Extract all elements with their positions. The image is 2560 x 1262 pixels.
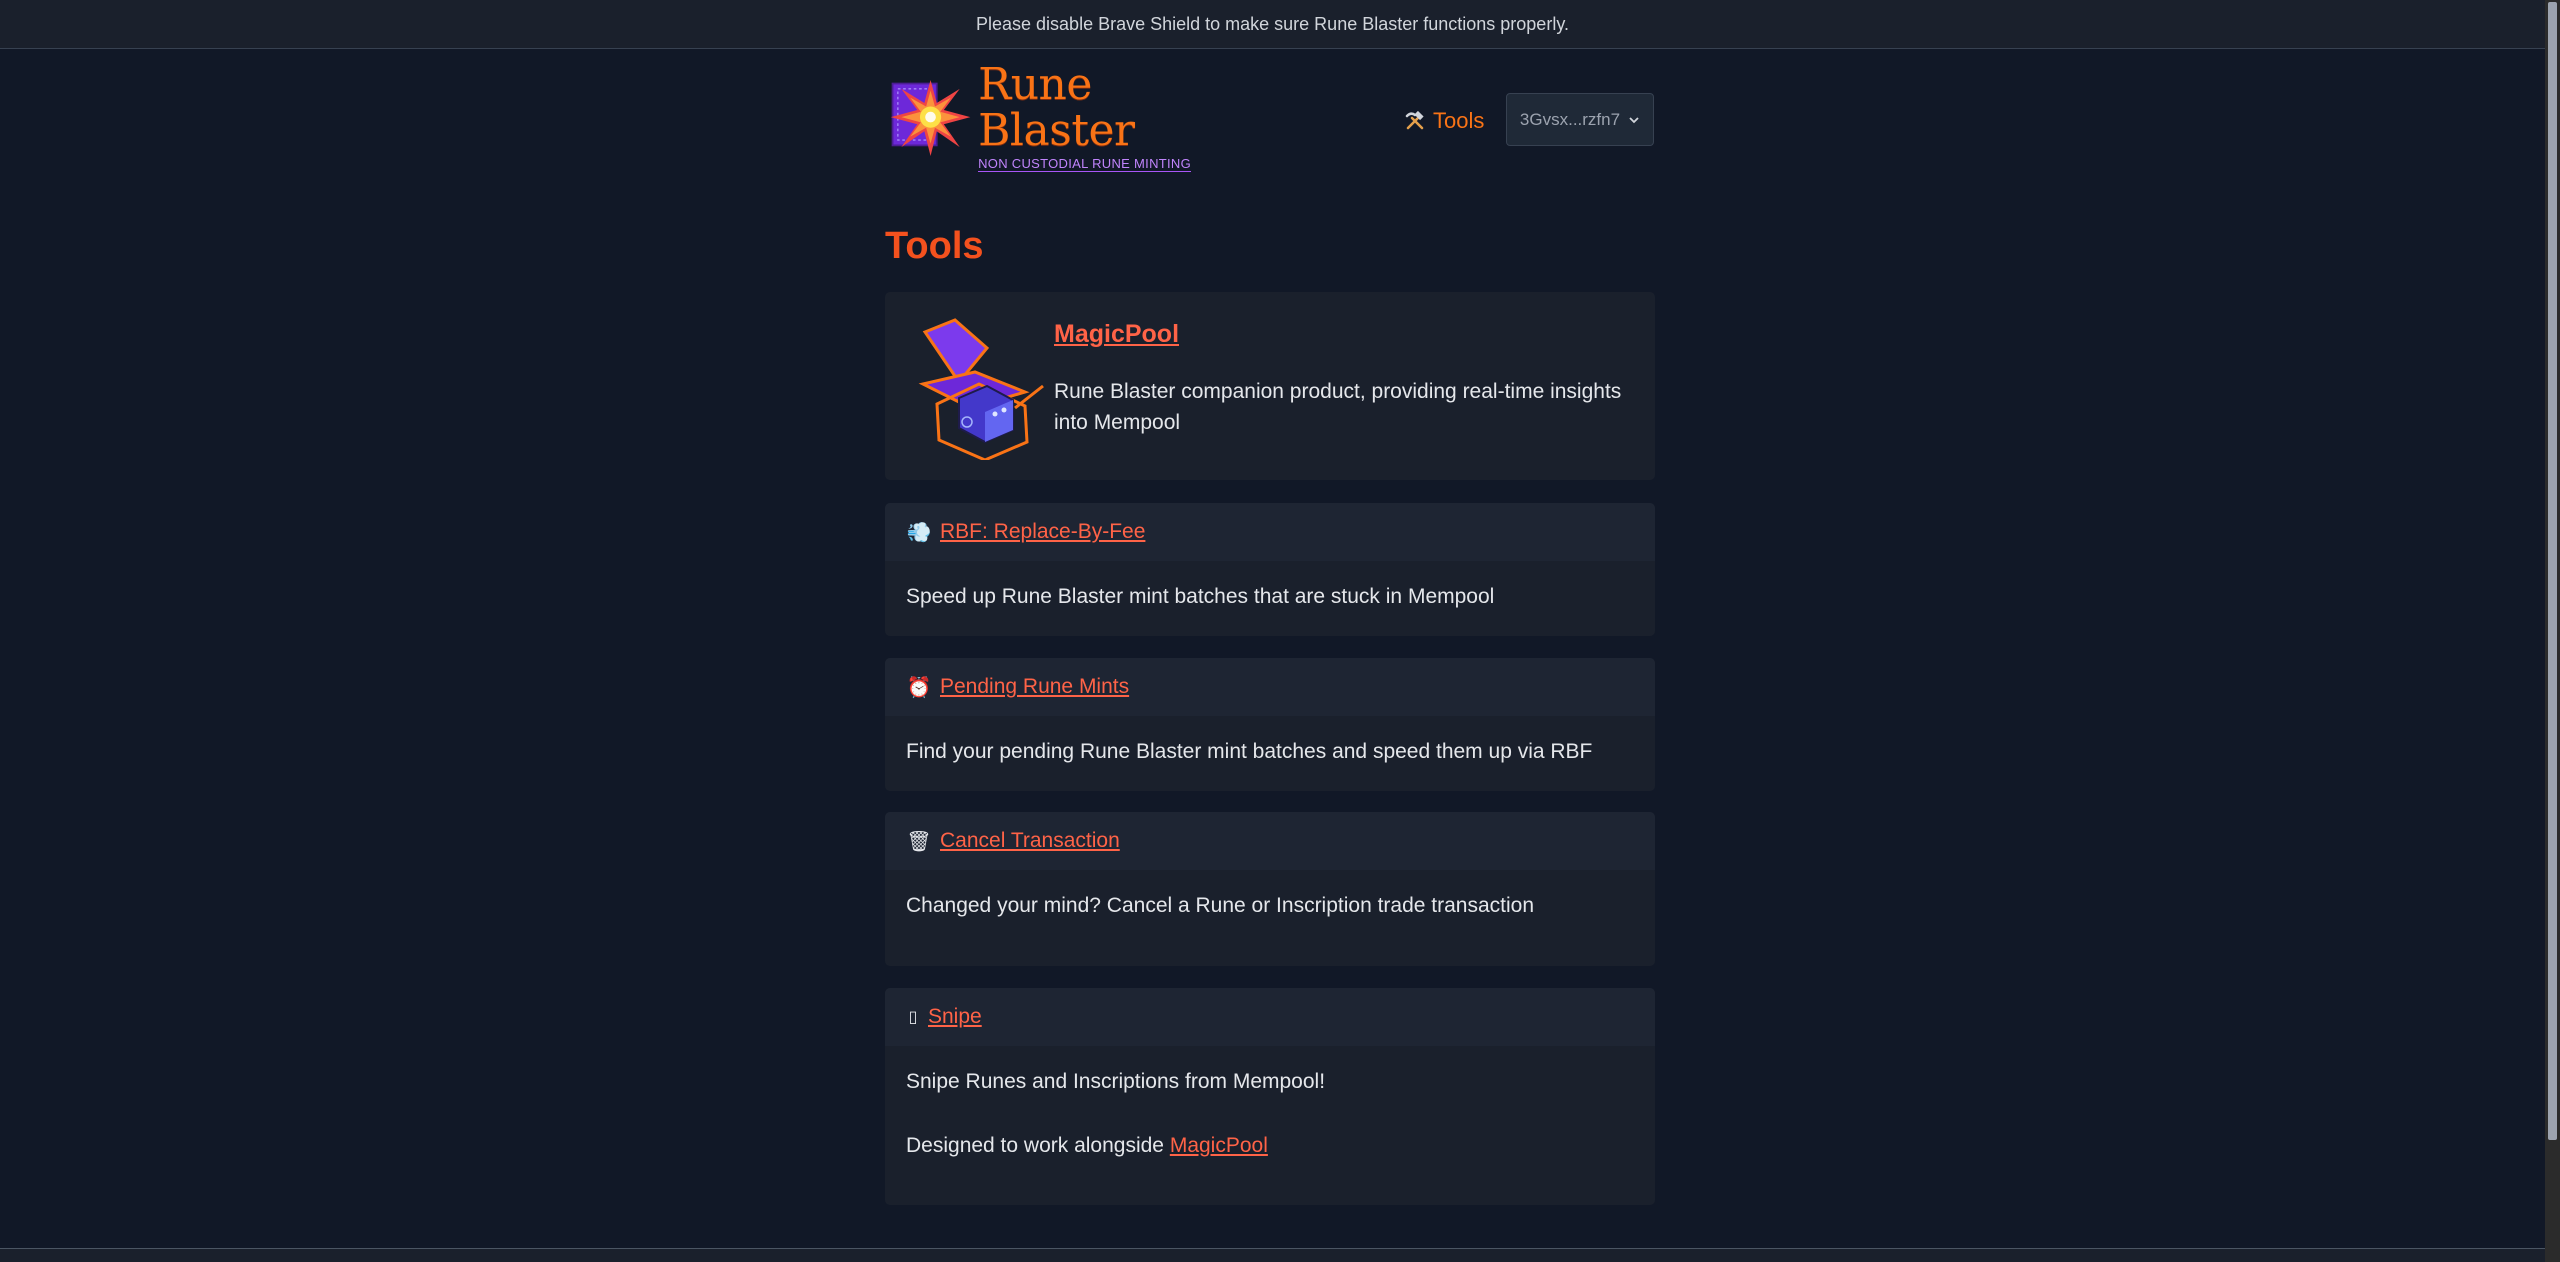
rbf-card-header: 💨 RBF: Replace-By-Fee — [885, 503, 1655, 561]
banner-text: Please disable Brave Shield to make sure… — [976, 13, 1569, 34]
logo-subtitle: NON CUSTODIAL RUNE MINTING — [978, 156, 1192, 173]
magicpool-link[interactable]: MagicPool — [1054, 320, 1179, 349]
rbf-description: Speed up Rune Blaster mint batches that … — [906, 585, 1495, 608]
scrollbar-thumb[interactable] — [2548, 2, 2557, 1140]
scrollbar[interactable] — [2545, 0, 2560, 1262]
dash-icon: 💨 — [906, 521, 932, 544]
snipe-note-text: Designed to work alongside — [906, 1134, 1170, 1157]
pending-rune-mints-link[interactable]: Pending Rune Mints — [940, 675, 1129, 699]
snipe-card-header: ▯ Snipe — [885, 988, 1655, 1046]
page-title: Tools — [885, 225, 984, 267]
snipe-magicpool-link[interactable]: MagicPool — [1170, 1134, 1268, 1157]
brave-shield-banner: Please disable Brave Shield to make sure… — [0, 0, 2545, 49]
logo-title: Rune Blaster — [978, 58, 1135, 156]
cancel-card: 🗑 Cancel Transaction Changed your mind? … — [885, 812, 1655, 966]
logo-text: Rune Blaster NON CUSTODIAL RUNE MINTING — [978, 58, 1229, 173]
snipe-link[interactable]: Snipe — [928, 1005, 982, 1029]
pending-card-header: ⏰ Pending Rune Mints — [885, 658, 1655, 716]
wallet-dropdown[interactable]: 3Gvsx...rzfn7 — [1506, 93, 1654, 146]
logo[interactable]: Rune Blaster NON CUSTODIAL RUNE MINTING — [889, 61, 1229, 173]
wallet-address: 3Gvsx...rzfn7 — [1519, 109, 1621, 129]
header: Rune Blaster NON CUSTODIAL RUNE MINTING … — [885, 49, 1655, 173]
snipe-description: Snipe Runes and Inscriptions from Mempoo… — [906, 1070, 1326, 1093]
snipe-card: ▯ Snipe Snipe Runes and Inscriptions fro… — [885, 988, 1655, 1205]
magicpool-wizard-icon[interactable] — [915, 312, 1047, 460]
magicpool-card: MagicPool Rune Blaster companion product… — [885, 292, 1655, 480]
chevron-down-icon — [1629, 116, 1639, 123]
hammer-pick-icon — [1405, 111, 1424, 130]
snipe-note: Designed to work alongside MagicPool — [885, 1094, 1655, 1158]
main-container: Rune Blaster NON CUSTODIAL RUNE MINTING … — [885, 49, 1655, 1205]
cancel-card-header: 🗑 Cancel Transaction — [885, 812, 1655, 870]
magicpool-description: Rune Blaster companion product, providin… — [1054, 380, 1622, 434]
explosion-logo-icon — [890, 79, 971, 156]
trash-icon: 🗑 — [906, 830, 932, 853]
cancel-description: Changed your mind? Cancel a Rune or Insc… — [906, 894, 1535, 917]
nav-tools-label: Tools — [1433, 108, 1485, 133]
cancel-transaction-link[interactable]: Cancel Transaction — [940, 829, 1120, 853]
pending-description: Find your pending Rune Blaster mint batc… — [906, 740, 1593, 763]
page-bottom-edge — [0, 1248, 2545, 1262]
pending-card: ⏰ Pending Rune Mints Find your pending R… — [885, 658, 1655, 791]
rbf-card: 💨 RBF: Replace-By-Fee Speed up Rune Blas… — [885, 503, 1655, 636]
nav-tools-link[interactable]: Tools — [1405, 106, 1484, 136]
rbf-link[interactable]: RBF: Replace-By-Fee — [940, 520, 1145, 544]
alarm-clock-icon: ⏰ — [906, 676, 932, 699]
snipe-icon: ▯ — [908, 1009, 918, 1026]
